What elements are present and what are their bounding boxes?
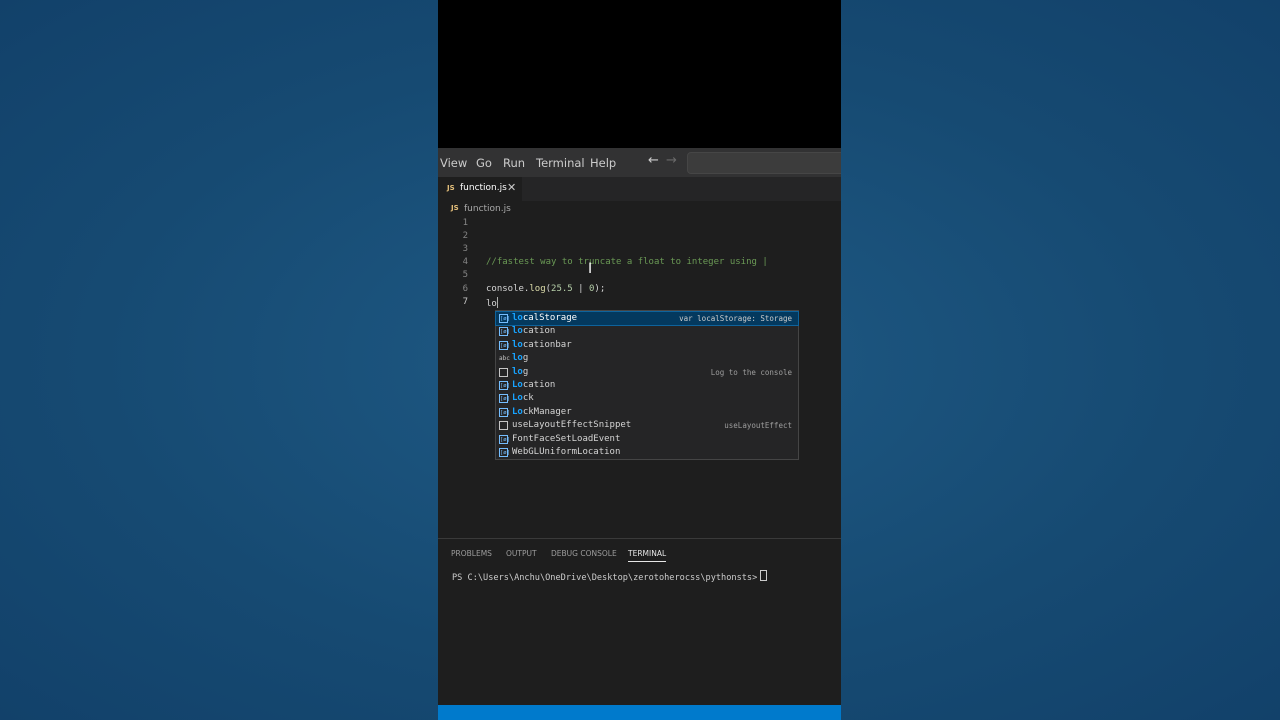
code-token: console.: [486, 284, 530, 294]
suggestion-label: FontFaceSetLoadEvent: [512, 433, 621, 444]
suggestion-label: Location: [512, 380, 556, 390]
terminal-prompt: PS C:\Users\Anchu\OneDrive\Desktop\zerot…: [452, 573, 758, 583]
suggestion-item[interactable]: [ø] Lock: [496, 392, 798, 405]
code-line: 4 //fastest way to truncate a float to i…: [438, 257, 841, 270]
suggestion-detail: var localStorage: Storage: [679, 314, 792, 323]
typed-text: lo: [486, 299, 497, 309]
code-token: );: [594, 284, 606, 294]
line-number: 4: [462, 257, 468, 267]
line-number: 3: [462, 244, 468, 254]
video-letterbox: [438, 0, 841, 148]
tab-label: function.js: [460, 183, 507, 193]
command-center-search[interactable]: [687, 152, 841, 174]
variable-icon: [ø]: [499, 314, 510, 323]
suggestion-label: Lock: [512, 393, 534, 404]
javascript-file-icon: JS: [451, 204, 459, 212]
match-highlight: Lo: [512, 380, 523, 390]
code-token: |: [572, 284, 589, 294]
match-highlight: Lo: [512, 393, 523, 404]
menu-view[interactable]: View: [440, 156, 467, 170]
snippet-icon: [499, 421, 508, 431]
suggestion-item[interactable]: [ø] WebGLUniformLocation: [496, 446, 798, 459]
code-line: 3: [438, 244, 841, 257]
suggestion-label: log: [512, 353, 529, 364]
editor-tab-bar: JS function.js ✕: [438, 177, 841, 201]
variable-icon: [ø]: [499, 448, 510, 457]
line-number: 2: [462, 231, 468, 241]
arrow-left-icon[interactable]: ←: [648, 153, 659, 168]
menu-bar: View Go Run Terminal Help ← →: [438, 148, 841, 177]
code-line: 5: [438, 270, 841, 283]
code-token: log: [529, 284, 546, 294]
javascript-file-icon: JS: [447, 184, 455, 192]
line-number: 6: [462, 284, 468, 294]
suggestion-label: log: [512, 366, 529, 377]
variable-icon: [ø]: [499, 394, 510, 404]
vscode-window: View Go Run Terminal Help ← → JS functio…: [438, 0, 841, 720]
line-number: 1: [462, 218, 468, 228]
suggestion-detail: useLayoutEffect: [724, 421, 792, 431]
match-highlight: lo: [512, 339, 523, 350]
suggestion-label: localStorage: [512, 313, 578, 323]
terminal-cursor: [760, 570, 768, 581]
suggestion-item[interactable]: useLayoutEffectSnippet useLayoutEffect: [496, 419, 798, 432]
match-highlight: lo: [512, 353, 523, 364]
line-number: 7: [462, 297, 468, 307]
match-highlight: lo: [512, 313, 523, 323]
close-icon[interactable]: ✕: [507, 181, 516, 194]
variable-icon: [ø]: [499, 381, 510, 390]
breadcrumb: JS function.js: [438, 201, 841, 218]
terminal-output[interactable]: PS C:\Users\Anchu\OneDrive\Desktop\zerot…: [452, 570, 768, 583]
suggestion-item[interactable]: [ø] location: [496, 325, 798, 338]
tab-debug-console[interactable]: DEBUG CONSOLE: [551, 549, 617, 558]
suggestion-label: location: [512, 326, 556, 337]
suggestion-item[interactable]: log Log to the console: [496, 366, 798, 379]
code-statement: console.log(25.5 | 0);: [486, 284, 605, 294]
code-text: lo: [486, 297, 498, 309]
line-number: 5: [462, 270, 468, 280]
suggestion-label: WebGLUniformLocation: [512, 447, 621, 457]
variable-icon: [ø]: [499, 407, 510, 417]
match-highlight: lo: [512, 326, 523, 337]
code-line: 2: [438, 231, 841, 244]
variable-icon: [ø]: [499, 340, 510, 350]
suggestion-item[interactable]: [ø] Location: [496, 379, 798, 392]
code-line: 1: [438, 218, 841, 231]
menu-go[interactable]: Go: [476, 156, 492, 170]
tab-output[interactable]: OUTPUT: [506, 549, 537, 558]
suggestion-item[interactable]: [ø] localStorage var localStorage: Storage: [495, 310, 799, 327]
mouse-ibeam-cursor-icon: Ⅰ: [588, 261, 593, 277]
autocomplete-suggestions: [ø] localStorage var localStorage: Storage…: [495, 310, 799, 460]
match-highlight: Lo: [512, 406, 523, 417]
tab-terminal[interactable]: TERMINAL: [628, 549, 667, 562]
suggestion-item[interactable]: [ø] locationbar: [496, 339, 798, 352]
suggestion-detail: Log to the console: [710, 367, 792, 377]
menu-terminal[interactable]: Terminal: [536, 156, 585, 170]
suggestion-label: useLayoutEffectSnippet: [512, 420, 632, 431]
breadcrumb-file[interactable]: function.js: [464, 204, 511, 214]
tab-function-js[interactable]: JS function.js ✕: [438, 177, 522, 201]
snippet-icon: [499, 367, 508, 377]
code-token: 25.5: [551, 284, 573, 294]
text-word-icon: abc: [499, 355, 510, 363]
code-line-current: 7 lo: [438, 297, 841, 310]
status-bar: [438, 705, 841, 720]
menu-run[interactable]: Run: [503, 156, 525, 170]
suggestion-label: locationbar: [512, 339, 572, 350]
arrow-right-icon[interactable]: →: [666, 153, 677, 168]
suggestion-item[interactable]: [ø] FontFaceSetLoadEvent: [496, 433, 798, 446]
menu-help[interactable]: Help: [590, 156, 616, 170]
text-cursor: [496, 297, 498, 308]
bottom-panel: PROBLEMS OUTPUT DEBUG CONSOLE TERMINAL P…: [438, 538, 841, 706]
match-highlight: lo: [512, 366, 523, 377]
variable-icon: [ø]: [499, 434, 510, 444]
code-line: 6 console.log(25.5 | 0);: [438, 284, 841, 297]
tab-problems[interactable]: PROBLEMS: [451, 549, 492, 558]
suggestion-item[interactable]: abc log: [496, 352, 798, 365]
variable-icon: [ø]: [499, 327, 510, 337]
code-comment: //fastest way to truncate a float to int…: [486, 257, 768, 267]
suggestion-label: LockManager: [512, 406, 572, 417]
suggestion-item[interactable]: [ø] LockManager: [496, 406, 798, 419]
